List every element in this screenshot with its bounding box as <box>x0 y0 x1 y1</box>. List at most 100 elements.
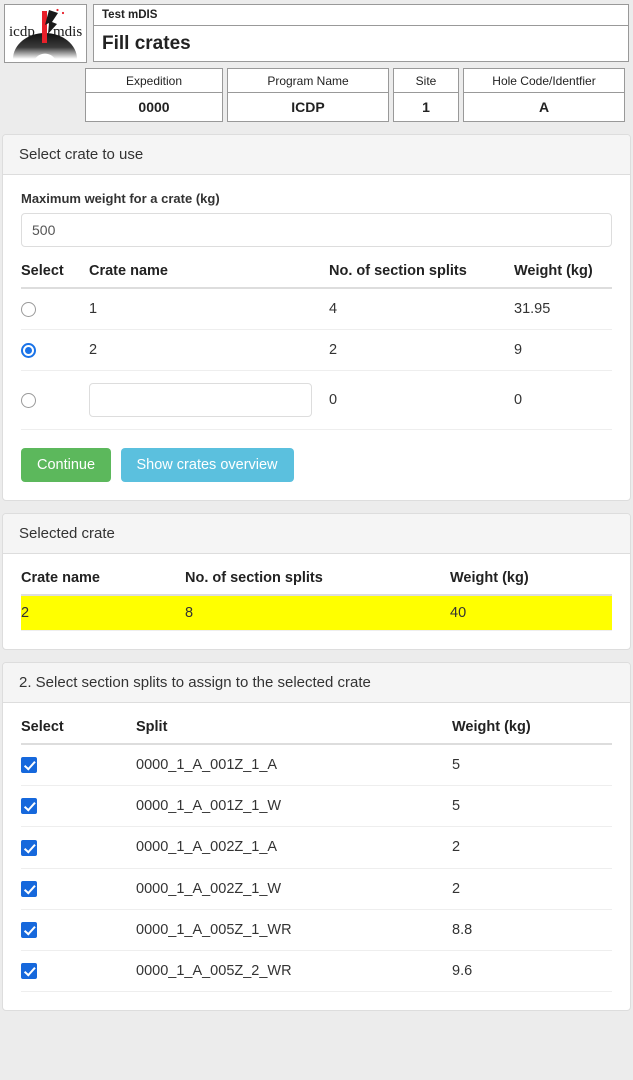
selected-crate-panel: Selected crate Crate name No. of section… <box>2 513 631 650</box>
show-crates-overview-button[interactable]: Show crates overview <box>120 448 294 482</box>
crate-radio-2[interactable] <box>21 342 36 358</box>
split-weight: 9.6 <box>452 950 612 993</box>
split-name: 0000_1_A_005Z_1_WR <box>136 909 452 951</box>
logo-graphic: icdp mdis <box>9 8 82 59</box>
svg-text:icdp: icdp <box>9 24 35 40</box>
crate-row-name: 2 <box>89 329 329 371</box>
crate-table-header-row: Select Crate name No. of section splits … <box>21 263 612 289</box>
split-select-cell[interactable] <box>21 868 136 910</box>
expedition-info-table: Expedition Program Name Site Hole Code/I… <box>81 68 629 122</box>
table-row: 2 2 9 <box>21 329 612 371</box>
crate-col-weight: Weight (kg) <box>514 263 612 289</box>
split-checkbox-5[interactable] <box>21 921 37 938</box>
info-value-row: 0000 ICDP 1 A <box>85 93 625 122</box>
section-splits-panel: 2. Select section splits to assign to th… <box>2 662 631 1012</box>
info-value-program-name: ICDP <box>227 93 389 122</box>
title-column: Test mDIS Fill crates <box>93 4 629 62</box>
crate-col-select: Select <box>21 263 89 289</box>
split-weight: 2 <box>452 868 612 910</box>
split-name: 0000_1_A_001Z_1_A <box>136 744 452 787</box>
select-crate-panel-body: Maximum weight for a crate (kg) Select C… <box>3 175 630 500</box>
selected-crate-header-row: Crate name No. of section splits Weight … <box>21 570 612 596</box>
split-weight: 5 <box>452 785 612 828</box>
split-checkbox-3[interactable] <box>21 839 37 856</box>
crate-row-name: 1 <box>89 288 329 330</box>
table-row: 0000_1_A_005Z_2_WR 9.6 <box>21 950 612 993</box>
crate-row-select-cell[interactable] <box>21 288 89 330</box>
crate-action-buttons: Continue Show crates overview <box>21 448 612 482</box>
selected-col-splits: No. of section splits <box>185 570 450 596</box>
crate-row-select-cell[interactable] <box>21 329 89 371</box>
selected-col-weight: Weight (kg) <box>450 570 612 596</box>
info-header-program-name: Program Name <box>227 68 389 93</box>
split-name: 0000_1_A_002Z_1_A <box>136 826 452 869</box>
section-splits-table: Select Split Weight (kg) 0000_1_A_001Z_1… <box>21 719 612 993</box>
info-header-expedition: Expedition <box>85 68 223 93</box>
splits-col-select: Select <box>21 719 136 745</box>
info-value-hole-code: A <box>463 93 625 122</box>
crate-row-new-name-cell <box>89 370 329 430</box>
selected-crate-name: 2 <box>21 595 185 631</box>
split-weight: 8.8 <box>452 909 612 951</box>
selected-crate-table: Crate name No. of section splits Weight … <box>21 570 612 631</box>
split-checkbox-6[interactable] <box>21 963 37 980</box>
table-row: 0 0 <box>21 370 612 430</box>
split-checkbox-4[interactable] <box>21 880 37 897</box>
info-header-hole-code: Hole Code/Identfier <box>463 68 625 93</box>
split-weight: 5 <box>452 744 612 787</box>
new-crate-name-input[interactable] <box>89 383 312 417</box>
selected-crate-row: 2 8 40 <box>21 595 612 631</box>
table-row: 0000_1_A_001Z_1_A 5 <box>21 744 612 787</box>
selected-col-crate-name: Crate name <box>21 570 185 596</box>
table-row: 1 4 31.95 <box>21 288 612 330</box>
splits-col-split: Split <box>136 719 452 745</box>
split-select-cell[interactable] <box>21 826 136 869</box>
splits-col-weight: Weight (kg) <box>452 719 612 745</box>
expedition-info-wrap: Expedition Program Name Site Hole Code/I… <box>0 63 633 122</box>
app-subtitle: Test mDIS <box>93 4 629 26</box>
crate-row-weight: 31.95 <box>514 288 612 330</box>
section-splits-panel-body: Select Split Weight (kg) 0000_1_A_001Z_1… <box>3 703 630 1010</box>
selected-crate-weight: 40 <box>450 595 612 631</box>
info-header-site: Site <box>393 68 459 93</box>
split-name: 0000_1_A_001Z_1_W <box>136 785 452 828</box>
info-value-site: 1 <box>393 93 459 122</box>
crate-row-select-cell[interactable] <box>21 370 89 430</box>
info-value-expedition: 0000 <box>85 93 223 122</box>
table-row: 0000_1_A_005Z_1_WR 8.8 <box>21 909 612 951</box>
split-checkbox-2[interactable] <box>21 798 37 815</box>
split-checkbox-1[interactable] <box>21 757 37 774</box>
continue-button[interactable]: Continue <box>21 448 112 482</box>
select-crate-panel-heading: Select crate to use <box>3 135 630 175</box>
split-name: 0000_1_A_002Z_1_W <box>136 868 452 910</box>
max-weight-label: Maximum weight for a crate (kg) <box>21 191 220 206</box>
crate-row-splits: 4 <box>329 288 514 330</box>
crate-table: Select Crate name No. of section splits … <box>21 263 612 430</box>
split-name: 0000_1_A_005Z_2_WR <box>136 950 452 993</box>
selected-crate-panel-body: Crate name No. of section splits Weight … <box>3 554 630 649</box>
table-row: 0000_1_A_002Z_1_W 2 <box>21 868 612 910</box>
split-select-cell[interactable] <box>21 785 136 828</box>
crate-row-splits: 0 <box>329 370 514 430</box>
page-title: Fill crates <box>93 26 629 62</box>
crate-col-splits: No. of section splits <box>329 263 514 289</box>
crate-radio-1[interactable] <box>21 301 36 317</box>
icdp-mdis-logo: icdp mdis <box>4 4 87 63</box>
split-weight: 2 <box>452 826 612 869</box>
svg-text:mdis: mdis <box>53 24 82 40</box>
crate-row-splits: 2 <box>329 329 514 371</box>
crate-row-weight: 0 <box>514 370 612 430</box>
selected-crate-splits: 8 <box>185 595 450 631</box>
crate-row-weight: 9 <box>514 329 612 371</box>
split-select-cell[interactable] <box>21 950 136 993</box>
select-crate-panel: Select crate to use Maximum weight for a… <box>2 134 631 501</box>
splits-header-row: Select Split Weight (kg) <box>21 719 612 745</box>
table-row: 0000_1_A_002Z_1_A 2 <box>21 826 612 869</box>
crate-radio-new[interactable] <box>21 392 36 408</box>
max-weight-input[interactable] <box>21 213 612 247</box>
table-row: 0000_1_A_001Z_1_W 5 <box>21 785 612 828</box>
split-select-cell[interactable] <box>21 744 136 787</box>
split-select-cell[interactable] <box>21 909 136 951</box>
app-header: icdp mdis Test mDIS Fill crates <box>0 0 633 63</box>
selected-crate-panel-heading: Selected crate <box>3 514 630 554</box>
